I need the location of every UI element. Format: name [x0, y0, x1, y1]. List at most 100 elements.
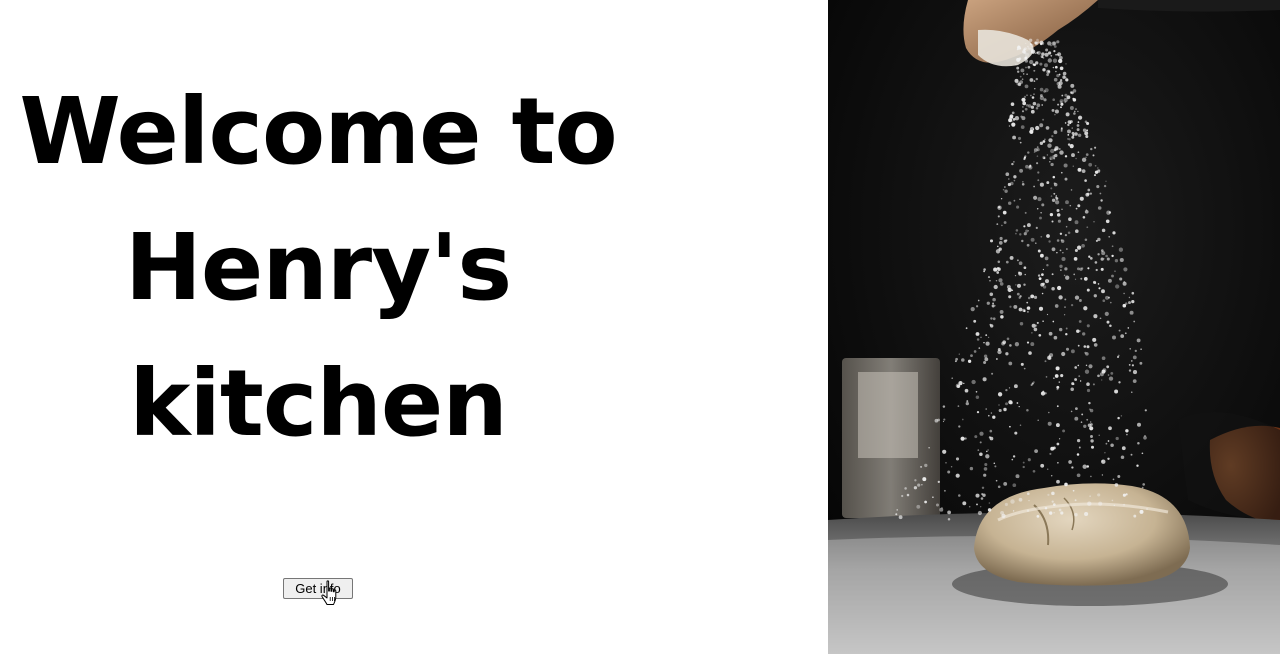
flour-particle	[1039, 87, 1044, 92]
flour-particle	[1118, 381, 1121, 384]
flour-particle	[1060, 269, 1062, 271]
flour-particle	[922, 477, 927, 482]
flour-particle	[895, 513, 898, 516]
flour-particle	[977, 449, 980, 451]
flour-particle	[1098, 501, 1103, 506]
flour-particle	[1019, 141, 1022, 144]
flour-particle	[994, 305, 996, 307]
flour-particle	[1059, 232, 1063, 235]
flour-particle	[1114, 259, 1119, 263]
flour-particle	[997, 215, 1000, 218]
flour-particle	[1011, 458, 1014, 461]
flour-particle	[1053, 192, 1056, 195]
flour-particle	[1023, 48, 1026, 51]
flour-particle	[1024, 211, 1027, 214]
flour-particle	[1056, 405, 1059, 408]
flour-particle	[1097, 374, 1100, 378]
flour-particle	[1060, 128, 1063, 131]
flour-particle	[983, 361, 987, 364]
flour-particle	[1048, 51, 1052, 55]
flour-particle	[1018, 271, 1023, 276]
flour-particle	[998, 247, 1002, 251]
flour-particle	[1065, 275, 1070, 280]
flour-particle	[935, 503, 940, 507]
flour-particle	[1113, 504, 1115, 506]
flour-particle	[1090, 421, 1092, 423]
flour-particle	[1086, 418, 1089, 421]
flour-particle	[1041, 391, 1044, 394]
flour-particle	[1064, 306, 1066, 308]
flour-particle	[1051, 198, 1056, 203]
flour-particle	[1108, 296, 1110, 299]
flour-particle	[1100, 257, 1104, 261]
flour-particle	[1005, 239, 1008, 242]
flour-particle	[1144, 435, 1146, 437]
flour-particle	[1115, 436, 1119, 441]
flour-particle	[1123, 292, 1125, 295]
flour-particle	[1069, 204, 1072, 207]
flour-particle	[1018, 497, 1023, 502]
flour-particle	[996, 271, 1000, 274]
flour-particle	[1101, 459, 1106, 464]
flour-particle	[1095, 268, 1098, 272]
flour-particle	[1005, 388, 1008, 392]
flour-particle	[1084, 511, 1089, 517]
flour-particle	[1041, 55, 1044, 59]
flour-particle	[992, 415, 996, 419]
flour-particle	[1114, 270, 1116, 273]
flour-particle	[1032, 469, 1036, 473]
flour-particle	[1053, 377, 1055, 379]
flour-particle	[1094, 146, 1097, 149]
flour-particle	[1077, 110, 1079, 113]
flour-particle	[921, 484, 923, 486]
flour-particle	[1103, 184, 1107, 188]
flour-particle	[1079, 380, 1082, 382]
get-info-button[interactable]: Get info	[283, 578, 353, 599]
flour-particle	[988, 436, 992, 439]
flour-particle	[1030, 294, 1035, 299]
flour-particle	[1031, 382, 1034, 385]
flour-particle	[1036, 155, 1039, 157]
flour-particle	[1041, 104, 1044, 106]
flour-particle	[1034, 88, 1036, 90]
flour-particle	[1070, 387, 1074, 392]
flour-particle	[1099, 317, 1102, 320]
flour-particle	[1008, 125, 1011, 127]
flour-particle	[1055, 70, 1057, 73]
flour-particle	[1070, 410, 1073, 413]
flour-particle	[1054, 113, 1056, 116]
flour-particle	[1027, 104, 1032, 108]
flour-particle	[1088, 255, 1091, 258]
flour-particle	[958, 353, 960, 355]
flour-particle	[1013, 161, 1015, 163]
flour-particle	[1107, 374, 1110, 376]
flour-particle	[1045, 376, 1048, 378]
flour-particle	[1075, 207, 1078, 210]
flour-particle	[997, 485, 1001, 489]
flour-particle	[1014, 274, 1017, 277]
flour-particle	[1020, 125, 1025, 129]
flour-particle	[1020, 362, 1024, 366]
flour-particle	[975, 390, 978, 393]
page-title: Welcome to Henry's kitchen	[0, 64, 636, 472]
flour-particle	[1051, 135, 1054, 138]
flour-particle	[1016, 66, 1020, 70]
flour-particle	[1024, 107, 1028, 111]
flour-particle	[1020, 68, 1025, 73]
flour-particle	[1123, 267, 1128, 272]
flour-particle	[1086, 121, 1090, 126]
flour-particle	[1049, 160, 1051, 163]
flour-particle	[1083, 345, 1087, 348]
flour-particle	[1128, 369, 1132, 372]
flour-particle	[1074, 416, 1079, 421]
flour-particle	[1057, 461, 1059, 464]
flour-particle	[1090, 439, 1094, 443]
flour-particle	[942, 405, 946, 408]
flour-particle	[1074, 499, 1077, 502]
flour-particle	[1127, 327, 1130, 329]
flour-particle	[1094, 261, 1098, 264]
flour-particle	[1071, 131, 1075, 135]
flour-particle	[1130, 453, 1133, 456]
flour-particle	[1022, 465, 1025, 469]
flour-particle	[1023, 283, 1026, 286]
